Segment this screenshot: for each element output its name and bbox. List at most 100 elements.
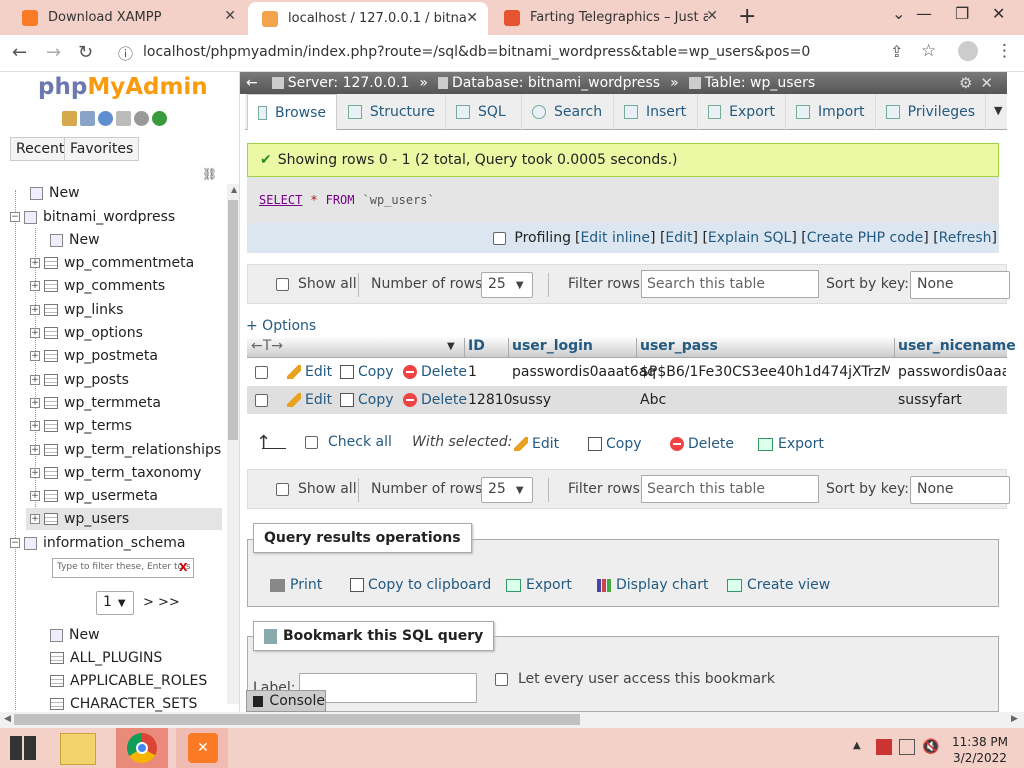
settings-gear-icon[interactable]: ⚙ bbox=[959, 74, 972, 92]
expand-icon[interactable]: + bbox=[30, 258, 40, 268]
tab-search[interactable]: Search bbox=[522, 94, 614, 130]
collapse-icon[interactable]: − bbox=[10, 538, 20, 548]
menu-kebab-icon[interactable]: ⋮ bbox=[996, 41, 1013, 61]
reload-icon[interactable]: ↻ bbox=[78, 42, 93, 63]
taskbar-clock[interactable]: 11:38 PM 3/2/2022 bbox=[952, 734, 1008, 766]
close-tab-icon[interactable]: ✕ bbox=[466, 10, 478, 26]
tab-export[interactable]: Export bbox=[698, 94, 786, 130]
row-checkbox[interactable] bbox=[255, 366, 268, 379]
breadcrumb-database[interactable]: Database: bitnami_wordpress bbox=[452, 75, 660, 91]
filter-rows-input[interactable]: Search this table bbox=[641, 475, 819, 503]
browser-tab[interactable]: Download XAMPP ✕ bbox=[8, 0, 246, 35]
profiling-checkbox[interactable] bbox=[493, 231, 507, 245]
tab-privileges[interactable]: Privileges bbox=[876, 94, 986, 130]
docs-icon[interactable] bbox=[116, 111, 131, 126]
cell-user-login[interactable]: passwordis0aaat6aq bbox=[512, 364, 656, 380]
browser-tab-active[interactable]: localhost / 127.0.0.1 / bitnami_w ✕ bbox=[248, 2, 488, 35]
bulk-edit-button[interactable]: Edit bbox=[514, 436, 559, 452]
expand-icon[interactable]: + bbox=[30, 514, 40, 524]
tree-item-table[interactable]: ALL_PLUGINS bbox=[50, 647, 162, 669]
expand-icon[interactable]: + bbox=[30, 305, 40, 315]
options-link[interactable]: + Options bbox=[246, 318, 316, 334]
expand-icon[interactable]: + bbox=[30, 375, 40, 385]
tree-item-new-table[interactable]: New bbox=[50, 624, 100, 646]
column-header-user-login[interactable]: user_login bbox=[512, 338, 593, 354]
help-icon[interactable] bbox=[98, 111, 113, 126]
tree-item-table[interactable]: + wp_term_taxonomy bbox=[30, 462, 201, 484]
tab-browse[interactable]: Browse bbox=[247, 94, 337, 130]
cell-user-login[interactable]: sussy bbox=[512, 392, 551, 408]
collapse-icon[interactable]: − bbox=[10, 212, 20, 222]
column-header-id[interactable]: ID bbox=[468, 338, 485, 354]
breadcrumb-table[interactable]: Table: wp_users bbox=[705, 75, 816, 91]
tree-item-table[interactable]: + wp_termmeta bbox=[30, 392, 161, 414]
scroll-right-icon[interactable]: ▶ bbox=[1011, 714, 1018, 724]
tree-item-table[interactable]: + wp_posts bbox=[30, 369, 129, 391]
let-every-user-checkbox[interactable] bbox=[495, 673, 508, 686]
scroll-left-icon[interactable]: ◀ bbox=[4, 714, 11, 724]
tree-item-db[interactable]: − information_schema bbox=[10, 532, 186, 554]
console-toggle[interactable]: Console bbox=[246, 690, 326, 712]
tree-item-table[interactable]: + wp_term_relationships bbox=[30, 439, 221, 461]
check-all-label[interactable]: Check all bbox=[328, 434, 392, 450]
cell-user-nicename[interactable]: sussyfart bbox=[898, 392, 962, 408]
new-tab-button[interactable]: + bbox=[738, 4, 756, 29]
bulk-export-button[interactable]: Export bbox=[758, 436, 824, 452]
tray-volume-muted-icon[interactable]: 🔇 bbox=[922, 739, 939, 755]
sort-dropdown-icon[interactable]: ▼ bbox=[447, 341, 455, 352]
row-edit-link[interactable]: Edit bbox=[287, 364, 332, 380]
home-icon[interactable] bbox=[62, 111, 77, 126]
edit-link[interactable]: Edit bbox=[665, 230, 692, 246]
sort-by-key-select[interactable]: None bbox=[910, 476, 1010, 504]
more-tabs-icon[interactable]: ▼ bbox=[994, 104, 1002, 117]
back-icon[interactable]: ← bbox=[12, 42, 27, 63]
tree-item-db[interactable]: − bitnami_wordpress bbox=[10, 206, 175, 228]
forward-icon[interactable]: → bbox=[46, 42, 61, 63]
cell-id[interactable]: 12810 bbox=[468, 392, 513, 408]
display-chart-link[interactable]: Display chart bbox=[597, 577, 708, 593]
tray-network-icon[interactable] bbox=[899, 739, 915, 755]
cell-id[interactable]: 1 bbox=[468, 364, 477, 380]
print-link[interactable]: Print bbox=[270, 577, 322, 593]
expand-icon[interactable]: + bbox=[30, 445, 40, 455]
check-all-checkbox[interactable] bbox=[305, 436, 318, 449]
row-delete-link[interactable]: Delete bbox=[403, 364, 467, 380]
expand-icon[interactable]: + bbox=[30, 328, 40, 338]
maximize-icon[interactable]: ❐ bbox=[955, 4, 969, 23]
row-copy-link[interactable]: Copy bbox=[340, 364, 394, 380]
tab-insert[interactable]: Insert bbox=[614, 94, 698, 130]
close-icon[interactable]: ✕ bbox=[980, 74, 993, 92]
rows-per-page-select[interactable]: 25 ▼ bbox=[481, 272, 533, 298]
cell-user-nicename[interactable]: passwordis0aaat6a bbox=[898, 364, 1006, 380]
cell-user-pass[interactable]: $P$B6/1Fe30CS3ee40h1d474jXTrzMtOU0 bbox=[640, 364, 890, 380]
tree-item-table[interactable]: + wp_links bbox=[30, 299, 123, 321]
tree-item-table[interactable]: + wp_commentmeta bbox=[30, 252, 194, 274]
logout-icon[interactable] bbox=[80, 111, 95, 126]
bulk-delete-button[interactable]: Delete bbox=[670, 436, 734, 452]
tab-favorites[interactable]: Favorites bbox=[64, 137, 140, 161]
tab-recent[interactable]: Recent bbox=[10, 137, 71, 161]
tree-item-new-table[interactable]: New bbox=[50, 229, 100, 251]
show-all-checkbox[interactable] bbox=[276, 278, 289, 291]
column-header-user-nicename[interactable]: user_nicename bbox=[898, 338, 1016, 354]
clear-filter-icon[interactable]: X bbox=[179, 561, 187, 574]
tree-item-table[interactable]: APPLICABLE_ROLES bbox=[50, 670, 207, 692]
tree-item-table-selected[interactable]: + wp_users bbox=[26, 508, 222, 530]
tree-item-table[interactable]: + wp_postmeta bbox=[30, 345, 158, 367]
share-icon[interactable]: ⇪ bbox=[890, 42, 903, 61]
tree-item-table[interactable]: + wp_options bbox=[30, 322, 143, 344]
export-link[interactable]: Export bbox=[506, 577, 572, 593]
row-checkbox[interactable] bbox=[255, 394, 268, 407]
filter-rows-input[interactable]: Search this table bbox=[641, 270, 819, 298]
column-header-user-pass[interactable]: user_pass bbox=[640, 338, 718, 354]
breadcrumb-server[interactable]: Server: 127.0.0.1 bbox=[288, 75, 410, 91]
row-delete-link[interactable]: Delete bbox=[403, 392, 467, 408]
info-icon[interactable]: ⓘ bbox=[118, 43, 133, 64]
scroll-up-icon[interactable]: ▲ bbox=[231, 185, 237, 194]
sidebar-scroll-thumb[interactable] bbox=[228, 200, 238, 440]
profile-avatar[interactable] bbox=[958, 41, 978, 61]
tab-import[interactable]: Import bbox=[786, 94, 876, 130]
sort-by-key-select[interactable]: None bbox=[910, 271, 1010, 299]
create-view-link[interactable]: Create view bbox=[727, 577, 830, 593]
collapse-nav-icon[interactable]: ← bbox=[246, 75, 258, 91]
